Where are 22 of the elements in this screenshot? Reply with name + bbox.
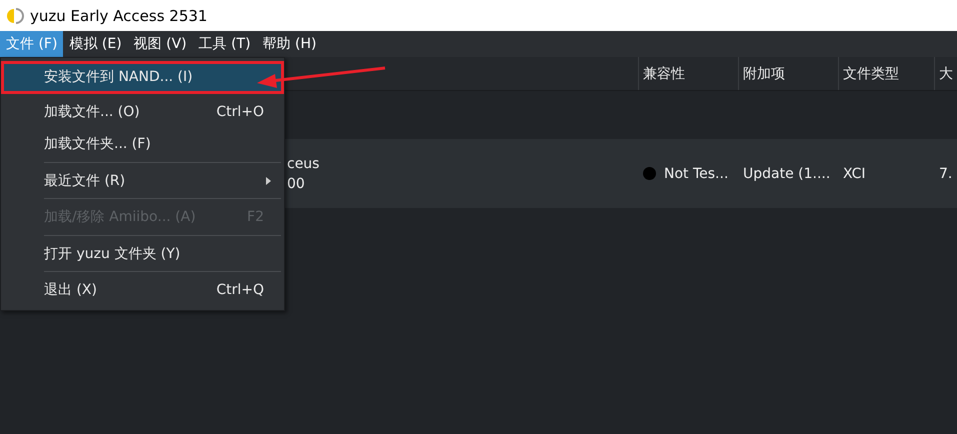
menu-tab[interactable]: 工具 (T) — [192, 31, 257, 57]
menu-item[interactable]: 退出 (X) Ctrl+Q — [1, 274, 284, 306]
menu-item[interactable]: 安装文件到 NAND... (I) — [4, 64, 281, 91]
column-header[interactable]: 大 — [934, 57, 957, 90]
game-title: ceus — [287, 154, 320, 174]
menu-item[interactable]: 加载文件... (O) Ctrl+O — [1, 96, 284, 128]
addons-text: Update (1.... — [743, 166, 830, 182]
column-header[interactable]: 文件类型 — [838, 57, 934, 90]
menu-tab[interactable]: 帮助 (H) — [256, 31, 322, 57]
menu-item[interactable]: 最近文件 (R) — [1, 164, 284, 196]
menu-tab[interactable]: 视图 (V) — [128, 31, 193, 57]
game-title: 00 — [287, 174, 306, 194]
size-text: 7. — [939, 166, 952, 182]
column-header[interactable]: 兼容性 — [638, 57, 738, 90]
compatibility-text: Not Tes... — [664, 166, 728, 182]
menu-item[interactable]: 打开 yuzu 文件夹 (Y) — [1, 238, 284, 270]
file-type-text: XCI — [843, 166, 866, 182]
window-title: yuzu Early Access 2531 — [30, 6, 208, 24]
column-header[interactable]: 附加项 — [738, 57, 838, 90]
submenu-arrow-icon — [266, 176, 271, 185]
app-logo-icon — [6, 6, 24, 24]
menu-tab[interactable]: 模拟 (E) — [63, 31, 128, 57]
